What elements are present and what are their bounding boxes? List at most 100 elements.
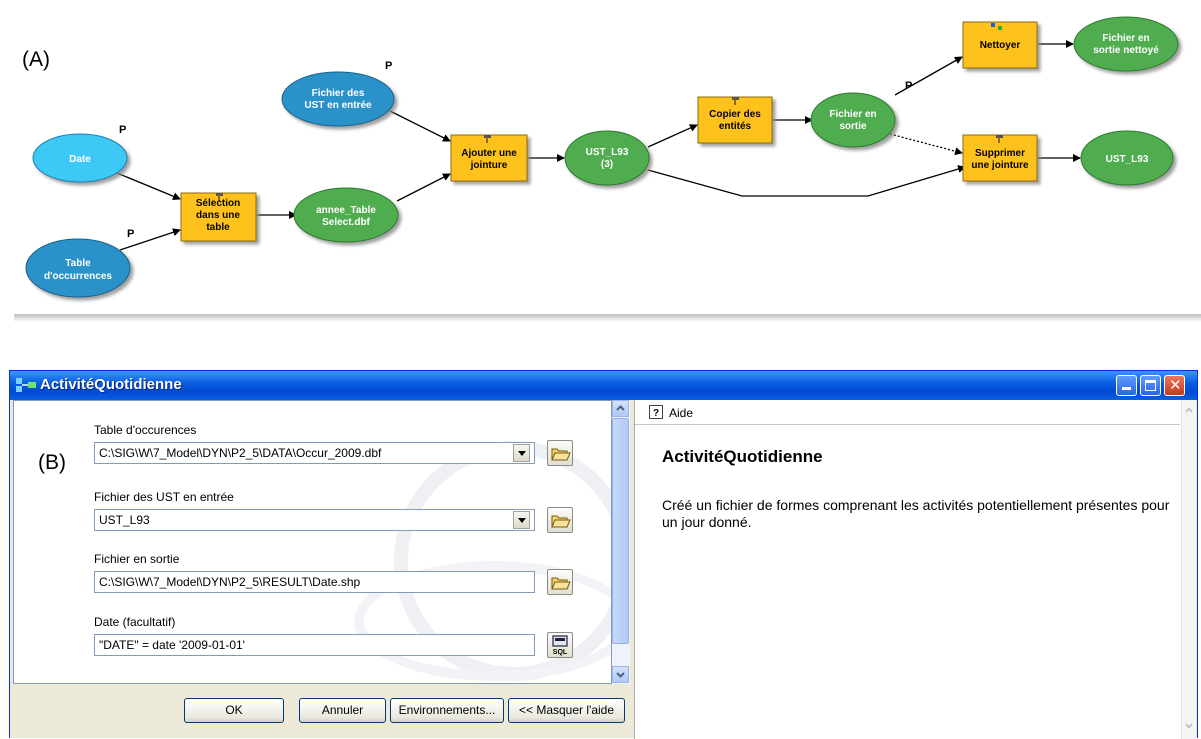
svg-text:Select.dbf: Select.dbf (322, 217, 370, 228)
svg-text:SQL: SQL (553, 649, 568, 656)
svg-text:UST en entrée: UST en entrée (304, 100, 372, 111)
tool-selection-table[interactable]: Sélection dans une table (180, 192, 257, 242)
chevron-down-icon (518, 518, 526, 523)
table-occurences-dropdown-button[interactable] (513, 444, 530, 462)
chevron-down-icon (518, 451, 526, 456)
open-folder-icon (551, 577, 571, 590)
svg-text:Fichier en: Fichier en (1102, 33, 1149, 44)
node-date[interactable]: Date (32, 133, 128, 183)
chevron-down-icon[interactable] (1183, 720, 1195, 732)
tool-copier-entites[interactable]: Copier des entités (697, 96, 773, 144)
output-file-value: C:\SIG\W\7_Model\DYN\P2_5\RESULT\Date.sh… (99, 575, 361, 589)
date-expression-value: "DATE" = date '2009-01-01' (99, 638, 245, 652)
parameters-form: (B) Table d'occurences C:\SIG\W\7_Model\… (13, 400, 612, 684)
connector-annee-ajouter (396, 173, 451, 202)
open-folder-icon (551, 515, 571, 528)
date-label: Date (facultatif) (94, 615, 176, 629)
svg-text:Copier des: Copier des (709, 109, 761, 120)
chevron-up-icon[interactable] (1183, 404, 1195, 416)
node-table-occurrences[interactable]: Table d'occurrences (25, 238, 131, 298)
tool-ajouter-jointure[interactable]: Ajouter une jointure (450, 134, 528, 182)
model-diagram: P P P P Date Table d'occurrences Fichier… (25, 16, 1179, 298)
form-vertical-scrollbar[interactable] (612, 400, 630, 684)
browse-ust-button[interactable] (547, 507, 573, 533)
svg-text:?: ? (653, 408, 659, 419)
environments-button[interactable]: Environnements... (390, 698, 504, 723)
tool-dialog-window: ActivitéQuotidienne ✕ (B) Table d'occure… (9, 370, 1198, 739)
svg-text:(3): (3) (601, 159, 613, 170)
param-marker-table: P (127, 228, 134, 240)
ust-input-combobox[interactable]: UST_L93 (94, 509, 535, 531)
output-file-input[interactable]: C:\SIG\W\7_Model\DYN\P2_5\RESULT\Date.sh… (94, 571, 535, 593)
chevron-down-icon (616, 672, 625, 678)
close-button[interactable]: ✕ (1164, 375, 1185, 396)
scroll-up-button[interactable] (612, 400, 629, 417)
table-occurences-value: C:\SIG\W\7_Model\DYN\P2_5\DATA\Occur_200… (99, 446, 382, 460)
connector-date-selection (116, 172, 181, 201)
help-header: ? Aide (635, 400, 1180, 425)
svg-text:Supprimer: Supprimer (975, 148, 1025, 159)
help-description: Créé un fichier de formes comprenant les… (662, 497, 1170, 530)
help-pane: ? Aide ActivitéQuotidienne Créé un fichi… (634, 400, 1196, 739)
scroll-down-button[interactable] (612, 666, 629, 683)
svg-text:Nettoyer: Nettoyer (980, 40, 1021, 51)
minimize-button[interactable] (1116, 375, 1137, 396)
node-annee-table-select[interactable]: annee_Table Select.dbf (293, 187, 399, 243)
connector-ust-copier (647, 124, 698, 148)
svg-text:Date: Date (69, 154, 91, 165)
svg-text:Sélection: Sélection (196, 198, 240, 209)
maximize-button[interactable] (1140, 375, 1161, 396)
node-ust-l93-3[interactable]: UST_L93 (3) (564, 130, 650, 186)
svg-text:Fichier des: Fichier des (312, 88, 365, 99)
scroll-thumb[interactable] (612, 418, 629, 644)
table-occurences-combobox[interactable]: C:\SIG\W\7_Model\DYN\P2_5\DATA\Occur_200… (94, 442, 535, 464)
svg-text:annee_Table: annee_Table (316, 205, 376, 216)
tool-supprimer-jointure[interactable]: Supprimer une jointure (962, 134, 1038, 182)
cancel-button[interactable]: Annuler (299, 698, 386, 723)
svg-text:sortie: sortie (839, 121, 867, 132)
connector-fichier-ajouter (389, 110, 451, 142)
svg-text:dans une: dans une (196, 210, 240, 221)
svg-text:jointure: jointure (470, 160, 508, 171)
node-ust-l93-output[interactable]: UST_L93 (1080, 130, 1174, 186)
svg-text:table: table (206, 222, 230, 233)
svg-text:d'occurrences: d'occurrences (44, 271, 112, 282)
title-bar[interactable]: ActivitéQuotidienne ✕ (10, 371, 1197, 400)
node-fichier-en-sortie[interactable]: Fichier en sortie (810, 92, 896, 148)
param-marker-fichier-sortie: P (905, 80, 912, 92)
connector-ust-supprimer (647, 165, 966, 197)
svg-text:une jointure: une jointure (971, 160, 1029, 171)
help-icon: ? (649, 405, 663, 419)
output-file-label: Fichier en sortie (94, 552, 180, 566)
table-occurences-label: Table d'occurences (94, 423, 197, 437)
svg-text:sortie nettoyé: sortie nettoyé (1093, 45, 1159, 56)
open-folder-icon (551, 448, 571, 461)
hide-help-button[interactable]: << Masquer l'aide (508, 698, 625, 723)
svg-text:UST_L93: UST_L93 (1106, 154, 1149, 165)
help-vertical-scrollbar[interactable] (1181, 400, 1196, 739)
svg-text:Ajouter une: Ajouter une (461, 148, 517, 159)
svg-text:entités: entités (719, 121, 752, 132)
browse-table-button[interactable] (547, 440, 573, 466)
panel-b-label: (B) (38, 451, 66, 474)
svg-text:Table: Table (65, 258, 91, 269)
tool-nettoyer[interactable]: Nettoyer (962, 21, 1038, 69)
browse-output-button[interactable] (547, 569, 573, 595)
window-title: ActivitéQuotidienne (40, 376, 182, 393)
connector-fichier-supprimer-dotted (889, 133, 963, 156)
node-fichier-ust-entree[interactable]: Fichier des UST en entrée (281, 71, 395, 127)
chevron-up-icon (616, 405, 625, 411)
sql-query-button[interactable]: SQL (547, 632, 573, 658)
svg-text:Fichier en: Fichier en (829, 109, 876, 120)
date-expression-input[interactable]: "DATE" = date '2009-01-01' (94, 634, 535, 656)
panel-a-shadow (14, 314, 1201, 322)
param-marker-fichier-ust: P (385, 60, 392, 72)
ust-input-dropdown-button[interactable] (513, 511, 530, 529)
param-marker-date: P (119, 124, 126, 136)
node-fichier-sortie-nettoye[interactable]: Fichier en sortie nettoyé (1073, 16, 1179, 72)
model-diagram-panel: (A) P P P P Date Table d'occurrences Fic… (0, 0, 1201, 322)
help-title: ActivitéQuotidienne (662, 447, 823, 466)
ok-button[interactable]: OK (184, 698, 284, 723)
help-header-label: Aide (669, 406, 694, 420)
ust-input-value: UST_L93 (99, 513, 150, 527)
